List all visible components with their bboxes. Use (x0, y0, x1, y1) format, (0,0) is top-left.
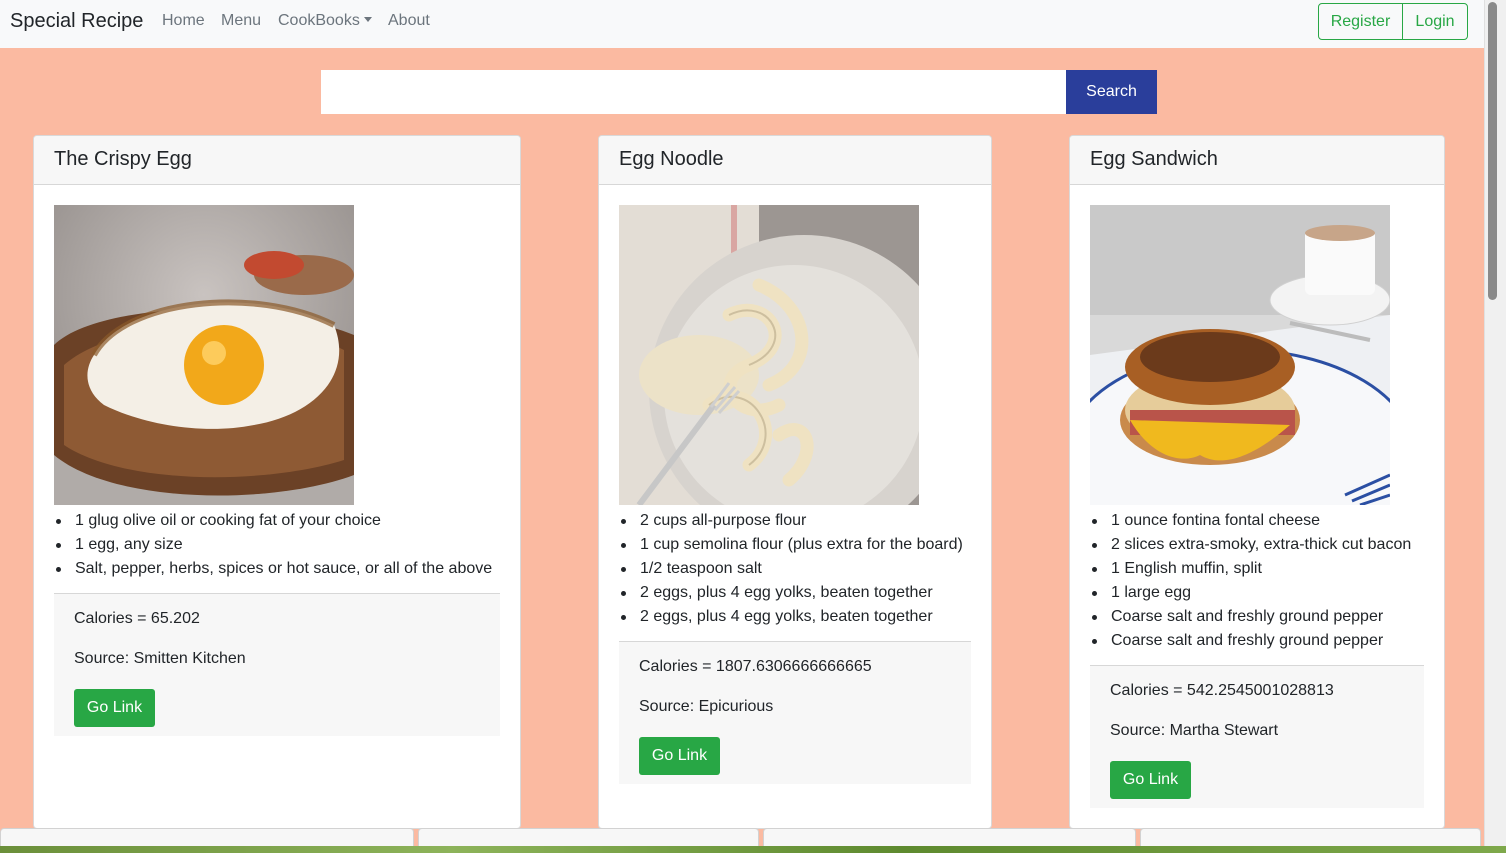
list-item: Coarse salt and freshly ground pepper (1090, 605, 1411, 629)
register-button[interactable]: Register (1318, 3, 1403, 40)
go-link-button[interactable]: Go Link (1110, 761, 1191, 799)
recipe-image-crispy-egg (54, 205, 354, 505)
list-item: 2 slices extra-smoky, extra-thick cut ba… (1090, 533, 1411, 557)
scrollbar-thumb[interactable] (1488, 2, 1497, 300)
list-item: 2 eggs, plus 4 egg yolks, beaten togethe… (619, 581, 963, 605)
list-item: 1 glug olive oil or cooking fat of your … (54, 509, 492, 533)
recipe-image-egg-noodle (619, 205, 919, 505)
recipe-footer: Calories = 542.2545001028813 Source: Mar… (1090, 665, 1424, 808)
recipe-card: The Crispy Egg 1 glug olive oil or cooki… (33, 135, 521, 829)
search-input[interactable] (321, 70, 1066, 114)
list-item: Salt, pepper, herbs, spices or hot sauce… (54, 557, 492, 581)
login-button[interactable]: Login (1402, 3, 1468, 40)
calories-text: Calories = 65.202 (74, 610, 200, 627)
list-item: 1 egg, any size (54, 533, 492, 557)
calories-text: Calories = 542.2545001028813 (1110, 682, 1334, 699)
desktop-background-strip (0, 846, 1506, 853)
recipe-footer: Calories = 65.202 Source: Smitten Kitche… (54, 593, 500, 736)
list-item: 1 cup semolina flour (plus extra for the… (619, 533, 963, 557)
go-link-button[interactable]: Go Link (639, 737, 720, 775)
recipe-card: Egg Sandwich 1 ounce fontina fontal chee… (1069, 135, 1445, 829)
ingredient-list: 1 ounce fontina fontal cheese 2 slices e… (1090, 509, 1411, 653)
ingredient-list: 1 glug olive oil or cooking fat of your … (54, 509, 492, 581)
ingredient-list: 2 cups all-purpose flour 1 cup semolina … (619, 509, 963, 629)
list-item: 1/2 teaspoon salt (619, 557, 963, 581)
source-text: Source: Smitten Kitchen (74, 650, 246, 667)
list-item: 2 eggs, plus 4 egg yolks, beaten togethe… (619, 605, 963, 629)
nav-cookbooks-label: CookBooks (278, 12, 360, 29)
source-text: Source: Martha Stewart (1110, 722, 1279, 739)
list-item: 1 large egg (1090, 581, 1411, 605)
nav-menu[interactable]: Menu (221, 12, 261, 30)
recipe-title: Egg Noodle (599, 136, 991, 185)
caret-down-icon (363, 17, 372, 22)
navbar: Special Recipe Home Menu CookBooks About… (0, 0, 1484, 48)
nav-about[interactable]: About (388, 12, 430, 30)
brand-logo[interactable]: Special Recipe (10, 10, 143, 33)
recipe-title: Egg Sandwich (1070, 136, 1444, 185)
recipe-card: Egg Noodle 2 cups all-purpose flour 1 cu… (598, 135, 992, 829)
list-item: 1 English muffin, split (1090, 557, 1411, 581)
recipe-footer: Calories = 1807.6306666666665 Source: Ep… (619, 641, 971, 784)
search-button[interactable]: Search (1066, 70, 1157, 114)
list-item: 1 ounce fontina fontal cheese (1090, 509, 1411, 533)
recipe-image-egg-sandwich (1090, 205, 1390, 505)
nav-cookbooks-dropdown[interactable]: CookBooks (278, 12, 372, 30)
nav-home[interactable]: Home (162, 12, 205, 30)
go-link-button[interactable]: Go Link (74, 689, 155, 727)
list-item: Coarse salt and freshly ground pepper (1090, 629, 1411, 653)
recipe-title: The Crispy Egg (34, 136, 520, 185)
calories-text: Calories = 1807.6306666666665 (639, 658, 872, 675)
source-text: Source: Epicurious (639, 698, 774, 715)
list-item: 2 cups all-purpose flour (619, 509, 963, 533)
